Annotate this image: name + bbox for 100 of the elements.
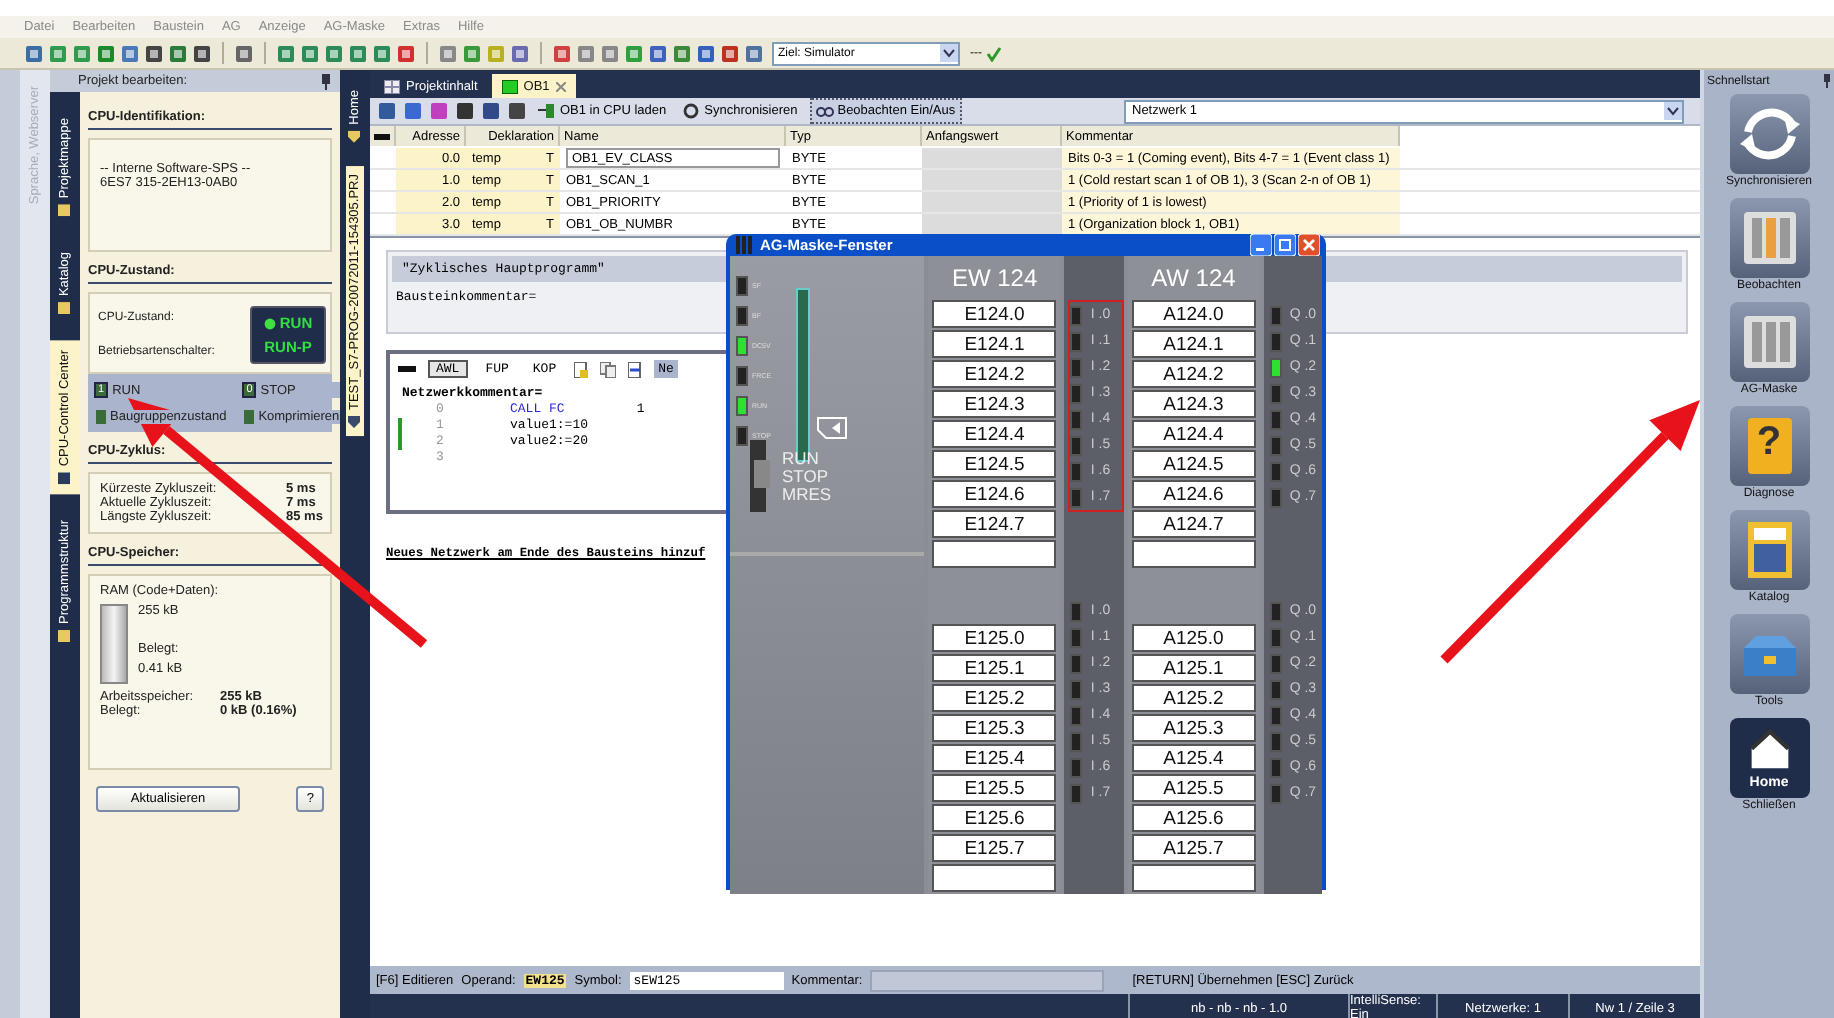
tool-tile-icon[interactable] <box>300 43 320 63</box>
tool-tile-icon[interactable] <box>600 43 620 63</box>
tool-tile-icon[interactable] <box>552 43 572 63</box>
quickstart-button[interactable] <box>1729 94 1809 174</box>
channel-led[interactable] <box>1269 383 1282 403</box>
channel-led[interactable] <box>1070 461 1083 481</box>
tool-tile-icon[interactable] <box>508 102 526 120</box>
channel-label[interactable]: E124.0 <box>932 300 1057 328</box>
channel-label[interactable]: E124.5 <box>932 450 1057 478</box>
channel-led[interactable] <box>1269 601 1282 621</box>
tool-tile-icon[interactable] <box>404 102 422 120</box>
channel-label[interactable]: E125.3 <box>932 714 1057 742</box>
channel-label[interactable]: A125.1 <box>1131 654 1256 682</box>
copy-icon[interactable] <box>600 361 617 377</box>
tool-tile-icon[interactable] <box>430 102 448 120</box>
tool-tile-icon[interactable] <box>48 43 68 63</box>
channel-label[interactable]: E125.7 <box>932 834 1057 862</box>
tool-tile-icon[interactable] <box>192 43 212 63</box>
quickstart-button[interactable]: ? <box>1729 406 1809 486</box>
tool-tile-icon[interactable] <box>696 43 716 63</box>
checkmark-icon[interactable] <box>986 45 1002 61</box>
channel-label[interactable]: A124.0 <box>1131 300 1256 328</box>
channel-led[interactable] <box>1070 705 1083 725</box>
tool-tile-icon[interactable] <box>720 43 740 63</box>
channel-label[interactable]: E125.2 <box>932 684 1057 712</box>
channel-label[interactable]: A125.6 <box>1131 804 1256 832</box>
tool-tile-icon[interactable] <box>438 43 458 63</box>
channel-label[interactable]: E124.4 <box>932 420 1057 448</box>
channel-led[interactable] <box>1070 383 1083 403</box>
tool-tile-icon[interactable] <box>486 43 506 63</box>
channel-label[interactable]: E125.1 <box>932 654 1057 682</box>
channel-label[interactable]: A124.7 <box>1131 510 1256 538</box>
maximize-icon[interactable] <box>1274 234 1296 256</box>
channel-led[interactable] <box>1269 357 1282 377</box>
channel-label[interactable]: A125.7 <box>1131 834 1256 862</box>
channel-led[interactable] <box>1269 487 1282 507</box>
tool-tile-icon[interactable] <box>672 43 692 63</box>
channel-led[interactable] <box>1070 601 1083 621</box>
tool-tile-icon[interactable] <box>456 102 474 120</box>
channel-led[interactable] <box>1269 409 1282 429</box>
channel-label[interactable]: A125.2 <box>1131 684 1256 712</box>
channel-label[interactable]: A124.6 <box>1131 480 1256 508</box>
quickstart-button[interactable] <box>1729 510 1809 590</box>
tool-tile-icon[interactable] <box>144 43 164 63</box>
quickstart-button[interactable] <box>1729 614 1809 694</box>
tool-tile-icon[interactable] <box>648 43 668 63</box>
comment-field[interactable] <box>870 969 1105 991</box>
channel-led[interactable] <box>1269 627 1282 647</box>
channel-led[interactable] <box>1269 783 1282 803</box>
tool-tile-icon[interactable] <box>510 43 530 63</box>
channel-led[interactable] <box>1070 487 1083 507</box>
channel-led[interactable] <box>1269 331 1282 351</box>
channel-led[interactable] <box>1070 783 1083 803</box>
channel-led[interactable] <box>1070 357 1083 377</box>
channel-led[interactable] <box>1269 705 1282 725</box>
channel-label[interactable]: E124.2 <box>932 360 1057 388</box>
tool-tile-icon[interactable] <box>348 43 368 63</box>
channel-label[interactable]: E125.4 <box>932 744 1057 772</box>
channel-led[interactable] <box>1070 305 1083 325</box>
document-arrow-icon[interactable] <box>628 361 643 377</box>
tool-tile-icon[interactable] <box>576 43 596 63</box>
channel-label[interactable]: E125.0 <box>932 624 1057 652</box>
channel-led[interactable] <box>1070 331 1083 351</box>
tool-tile-icon[interactable] <box>744 43 764 63</box>
channel-label[interactable]: E125.6 <box>932 804 1057 832</box>
channel-led[interactable] <box>1269 679 1282 699</box>
channel-label[interactable]: E124.6 <box>932 480 1057 508</box>
tool-tile-icon[interactable] <box>624 43 644 63</box>
close-icon[interactable] <box>555 81 566 91</box>
tool-tile-icon[interactable] <box>396 43 416 63</box>
minimize-icon[interactable] <box>1250 234 1272 256</box>
tool-tile-icon[interactable] <box>324 43 344 63</box>
collapse-icon[interactable] <box>374 133 390 139</box>
channel-led[interactable] <box>1070 409 1083 429</box>
channel-label[interactable]: A124.5 <box>1131 450 1256 478</box>
pin-icon[interactable] <box>1821 74 1831 88</box>
channel-label[interactable]: A125.4 <box>1131 744 1256 772</box>
tool-tile-icon[interactable] <box>24 43 44 63</box>
channel-led[interactable] <box>1070 435 1083 455</box>
channel-led[interactable] <box>1070 731 1083 751</box>
channel-label[interactable]: A124.1 <box>1131 330 1256 358</box>
channel-led[interactable] <box>1070 627 1083 647</box>
channel-led[interactable] <box>1269 731 1282 751</box>
channel-label[interactable]: A125.0 <box>1131 624 1256 652</box>
tool-tile-icon[interactable] <box>234 43 254 63</box>
channel-led[interactable] <box>1269 305 1282 325</box>
channel-label[interactable]: A125.3 <box>1131 714 1256 742</box>
tool-tile-icon[interactable] <box>72 43 92 63</box>
tool-tile-icon[interactable] <box>372 43 392 63</box>
channel-led[interactable] <box>1070 653 1083 673</box>
channel-label[interactable]: E124.3 <box>932 390 1057 418</box>
tool-tile-icon[interactable] <box>168 43 188 63</box>
tool-tile-icon[interactable] <box>378 102 396 120</box>
channel-label[interactable]: E125.5 <box>932 774 1057 802</box>
channel-label[interactable]: A124.2 <box>1131 360 1256 388</box>
channel-led[interactable] <box>1269 461 1282 481</box>
channel-label[interactable]: E124.7 <box>932 510 1057 538</box>
quickstart-button[interactable] <box>1729 302 1809 382</box>
channel-label[interactable]: E124.1 <box>932 330 1057 358</box>
tool-tile-icon[interactable] <box>462 43 482 63</box>
